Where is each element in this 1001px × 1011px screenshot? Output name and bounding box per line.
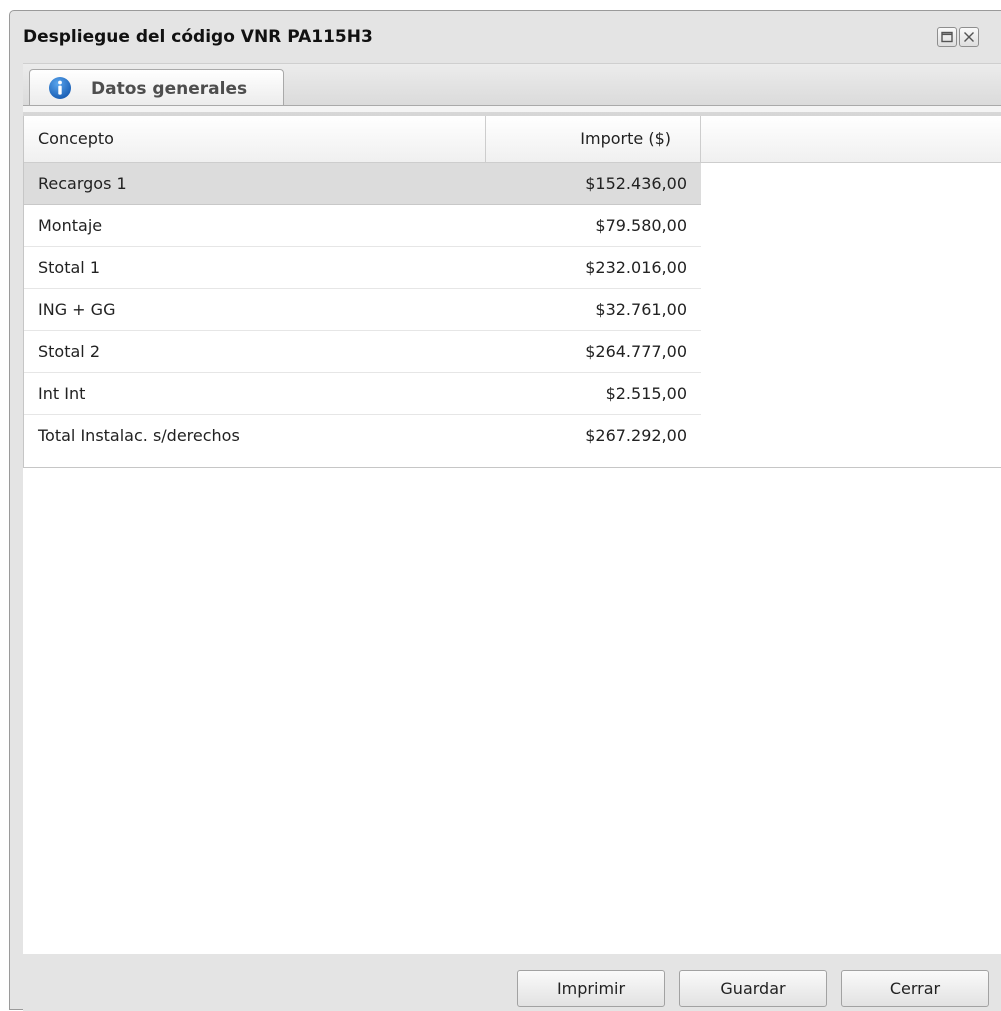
tab-label: Datos generales <box>91 79 248 99</box>
maximize-icon <box>941 31 953 43</box>
table-row[interactable]: ING + GG $32.761,00 <box>24 289 701 331</box>
cell-concepto: Int Int <box>38 384 86 403</box>
cell-concepto: Recargos 1 <box>38 174 127 193</box>
table-row[interactable]: Stotal 2 $264.777,00 <box>24 331 701 373</box>
cell-concepto: Stotal 1 <box>38 258 101 277</box>
data-grid: Concepto Importe ($) Recargos 1 $152.436… <box>23 116 1001 468</box>
table-row[interactable]: Int Int $2.515,00 <box>24 373 701 415</box>
cell-importe: $264.777,00 <box>585 342 687 361</box>
print-button[interactable]: Imprimir <box>517 970 665 1007</box>
cell-concepto: Montaje <box>38 216 103 235</box>
cell-concepto: ING + GG <box>38 300 116 319</box>
column-header-importe[interactable]: Importe ($) <box>486 116 701 162</box>
cell-concepto: Stotal 2 <box>38 342 101 361</box>
close-window-button[interactable] <box>959 27 979 47</box>
cell-importe: $2.515,00 <box>605 384 687 403</box>
table-row[interactable]: Total Instalac. s/derechos $267.292,00 <box>24 415 701 457</box>
column-header-label: Concepto <box>38 129 114 148</box>
title-bar[interactable]: Despliegue del código VNR PA115H3 <box>10 11 1001 63</box>
dialog-window: Despliegue del código VNR PA115H3 Datos … <box>9 10 1001 1011</box>
save-button[interactable]: Guardar <box>679 970 827 1007</box>
cell-concepto: Total Instalac. s/derechos <box>38 426 240 445</box>
window-title: Despliegue del código VNR PA115H3 <box>23 27 373 47</box>
column-header-filler <box>701 116 1001 162</box>
cell-importe: $267.292,00 <box>585 426 687 445</box>
grid-body: Recargos 1 $152.436,00 Montaje $79.580,0… <box>24 163 701 457</box>
tab-strip <box>23 105 1001 112</box>
grid-header: Concepto Importe ($) <box>24 116 1001 163</box>
column-header-concepto[interactable]: Concepto <box>24 116 486 162</box>
button-bar: Imprimir Guardar Cerrar <box>23 954 1001 1011</box>
maximize-button[interactable] <box>937 27 957 47</box>
tab-panel: Concepto Importe ($) Recargos 1 $152.436… <box>23 116 1001 954</box>
column-header-label: Importe ($) <box>580 129 671 148</box>
table-row[interactable]: Recargos 1 $152.436,00 <box>24 163 701 205</box>
table-row[interactable]: Montaje $79.580,00 <box>24 205 701 247</box>
tab-datos-generales[interactable]: Datos generales <box>29 69 284 105</box>
cell-importe: $32.761,00 <box>595 300 687 319</box>
tab-bar: Datos generales <box>23 63 1001 116</box>
close-icon <box>964 32 974 42</box>
cell-importe: $232.016,00 <box>585 258 687 277</box>
table-row[interactable]: Stotal 1 $232.016,00 <box>24 247 701 289</box>
cell-importe: $79.580,00 <box>595 216 687 235</box>
cell-importe: $152.436,00 <box>585 174 687 193</box>
info-icon <box>49 77 71 99</box>
close-button[interactable]: Cerrar <box>841 970 989 1007</box>
